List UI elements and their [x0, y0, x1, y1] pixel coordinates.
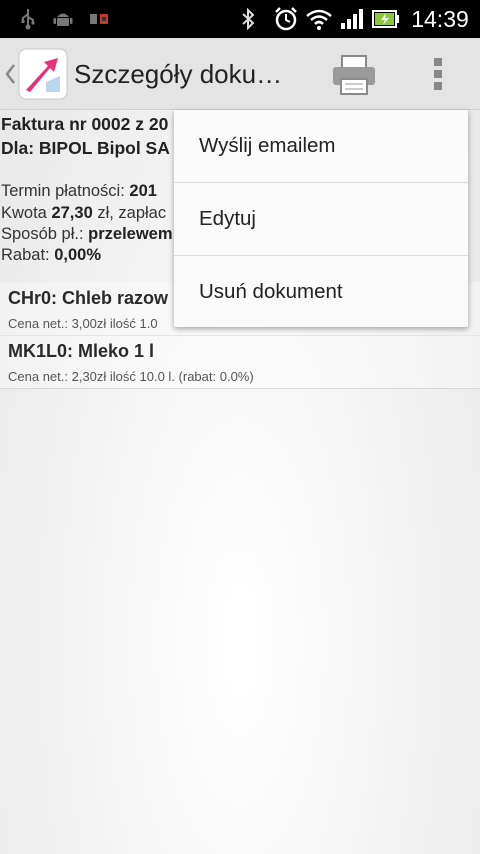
item-name: CHr0: Chleb razow: [8, 288, 169, 308]
overflow-dropdown-menu: Wyślij emailem Edytuj Usuń dokument: [174, 110, 468, 327]
due-date-label: Termin płatności:: [1, 182, 130, 200]
alarm-icon: [272, 0, 300, 38]
item-meta: Cena net.: 3,00zł ilość 1.0: [8, 316, 158, 331]
battery-charging-icon: [371, 0, 401, 38]
due-date-value: 201: [129, 182, 157, 200]
status-bar: 14:39: [0, 0, 480, 38]
discount-value: 0,00%: [54, 246, 101, 264]
action-bar: Szczegóły doku…: [0, 38, 480, 110]
signal-icon: [338, 0, 366, 38]
item-name: MK1L0: Mleko 1 l: [8, 341, 155, 361]
menu-item-edit[interactable]: Edytuj: [174, 183, 468, 255]
wifi-icon: [305, 0, 333, 38]
payment-method-label: Sposób pł.:: [1, 225, 89, 243]
amount-suffix: zł, zapłac: [92, 204, 167, 222]
bluetooth-icon: [238, 0, 258, 38]
printer-icon[interactable]: [330, 54, 378, 96]
amount-value: 27,30: [51, 204, 93, 222]
android-debug-icon: [52, 0, 74, 38]
screen-title: Szczegóły doku…: [74, 59, 283, 89]
menu-item-send-email[interactable]: Wyślij emailem: [174, 110, 468, 182]
list-item[interactable]: MK1L0: Mleko 1 l Cena net.: 2,30zł ilość…: [0, 335, 480, 389]
usb-icon: [18, 0, 38, 38]
overflow-menu-icon[interactable]: [426, 56, 450, 92]
clock: 14:39: [411, 5, 469, 32]
up-chevron-icon[interactable]: [4, 60, 16, 88]
payment-method-value: przelewem: [88, 225, 173, 243]
discount-label: Rabat:: [1, 246, 55, 264]
item-meta: Cena net.: 2,30zł ilość 10.0 l. (rabat: …: [8, 369, 254, 384]
sim-icon: [88, 0, 110, 38]
amount-label: Kwota: [1, 204, 52, 222]
menu-item-delete-document[interactable]: Usuń dokument: [174, 256, 468, 328]
app-logo-icon[interactable]: [18, 48, 68, 100]
